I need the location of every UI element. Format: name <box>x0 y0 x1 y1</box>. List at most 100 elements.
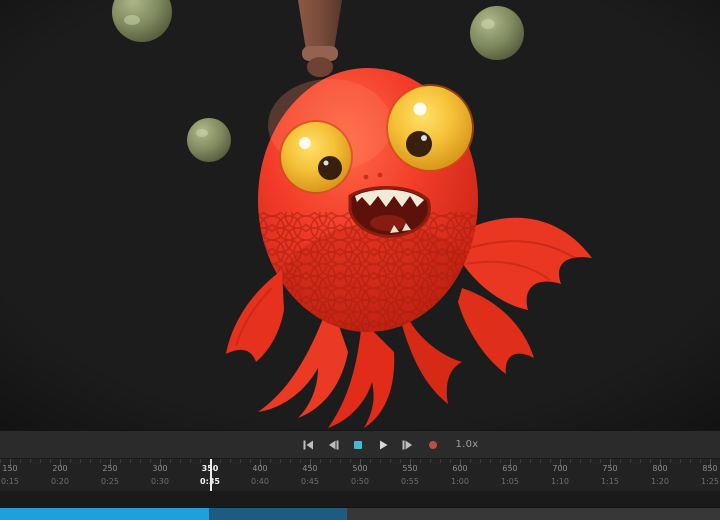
ruler-minor-tick <box>630 459 631 463</box>
timeline-scrollbar[interactable] <box>0 508 720 520</box>
ruler-minor-tick <box>30 459 31 463</box>
ruler-minor-tick <box>100 459 101 463</box>
ruler-frame-label: 150 <box>2 464 17 473</box>
record-icon <box>427 439 439 451</box>
stop-button[interactable] <box>347 435 369 455</box>
play-button[interactable] <box>372 435 394 455</box>
ruler-minor-tick <box>440 459 441 463</box>
ruler-minor-tick <box>230 459 231 463</box>
ruler-time-label: 0:55 <box>401 477 419 486</box>
ruler-minor-tick <box>180 459 181 463</box>
ruler-minor-tick <box>340 459 341 463</box>
step-back-icon <box>327 439 339 451</box>
ruler-minor-tick <box>200 459 201 463</box>
step-back-button[interactable] <box>322 435 344 455</box>
ruler-minor-tick <box>80 459 81 463</box>
ruler-minor-tick <box>50 459 51 463</box>
app-window: 1.0x 1500:152000:202500:253000:303500:35… <box>0 0 720 520</box>
ruler-frame-label: 550 <box>402 464 417 473</box>
ruler-minor-tick <box>580 459 581 463</box>
ruler-frame-label: 600 <box>452 464 467 473</box>
ruler-minor-tick <box>0 459 1 463</box>
ruler-minor-tick <box>250 459 251 463</box>
ruler-minor-tick <box>290 459 291 463</box>
vignette-overlay <box>0 0 720 430</box>
step-forward-icon <box>402 439 414 451</box>
ruler-minor-tick <box>320 459 321 463</box>
ruler-minor-tick <box>20 459 21 463</box>
ruler-time-label: 0:40 <box>251 477 269 486</box>
ruler-minor-tick <box>90 459 91 463</box>
timeline-ruler[interactable]: 1500:152000:202500:253000:303500:354000:… <box>0 458 720 492</box>
ruler-frame-label: 450 <box>302 464 317 473</box>
ruler-minor-tick <box>350 459 351 463</box>
playback-speed[interactable]: 1.0x <box>455 439 478 450</box>
ruler-minor-tick <box>650 459 651 463</box>
ruler-minor-tick <box>500 459 501 463</box>
ruler-time-label: 1:15 <box>601 477 619 486</box>
step-forward-button[interactable] <box>397 435 419 455</box>
ruler-time-label: 1:05 <box>501 477 519 486</box>
skip-to-start-button[interactable] <box>297 435 319 455</box>
ruler-minor-tick <box>220 459 221 463</box>
playhead[interactable] <box>210 459 212 491</box>
skip-to-start-icon <box>302 439 314 451</box>
ruler-time-label: 1:20 <box>651 477 669 486</box>
canvas-artwork <box>0 0 720 430</box>
ruler-minor-tick <box>300 459 301 463</box>
ruler-minor-tick <box>680 459 681 463</box>
ruler-frame-label: 250 <box>102 464 117 473</box>
ruler-minor-tick <box>430 459 431 463</box>
ruler-time-label: 0:30 <box>151 477 169 486</box>
ruler-minor-tick <box>140 459 141 463</box>
ruler-minor-tick <box>170 459 171 463</box>
ruler-time-label: 0:20 <box>51 477 69 486</box>
ruler-frame-label: 200 <box>52 464 67 473</box>
record-button[interactable] <box>422 435 444 455</box>
ruler-frame-label: 800 <box>652 464 667 473</box>
play-icon <box>377 439 389 451</box>
ruler-minor-tick <box>400 459 401 463</box>
ruler-time-label: 0:50 <box>351 477 369 486</box>
ruler-minor-tick <box>600 459 601 463</box>
ruler-minor-tick <box>450 459 451 463</box>
ruler-frame-label: 700 <box>552 464 567 473</box>
ruler-minor-tick <box>550 459 551 463</box>
ruler-minor-tick <box>280 459 281 463</box>
ruler-frame-label: 400 <box>252 464 267 473</box>
ruler-minor-tick <box>120 459 121 463</box>
ruler-frame-label: 650 <box>502 464 517 473</box>
ruler-minor-tick <box>130 459 131 463</box>
ruler-minor-tick <box>520 459 521 463</box>
ruler-minor-tick <box>190 459 191 463</box>
ruler-minor-tick <box>150 459 151 463</box>
ruler-minor-tick <box>40 459 41 463</box>
ruler-minor-tick <box>370 459 371 463</box>
animation-canvas[interactable] <box>0 0 720 430</box>
ruler-minor-tick <box>690 459 691 463</box>
ruler-minor-tick <box>270 459 271 463</box>
ruler-minor-tick <box>380 459 381 463</box>
ruler-frame-label: 500 <box>352 464 367 473</box>
ruler-minor-tick <box>390 459 391 463</box>
stop-icon <box>352 439 364 451</box>
ruler-minor-tick <box>620 459 621 463</box>
ruler-time-label: 0:25 <box>101 477 119 486</box>
ruler-time-label: 0:15 <box>1 477 19 486</box>
ruler-minor-tick <box>590 459 591 463</box>
ruler-frame-label: 300 <box>152 464 167 473</box>
transport-controls: 1.0x <box>297 435 478 455</box>
ruler-minor-tick <box>700 459 701 463</box>
ruler-time-label: 1:10 <box>551 477 569 486</box>
ruler-minor-tick <box>570 459 571 463</box>
ruler-time-label: 1:25 <box>701 477 719 486</box>
ruler-frame-label: 750 <box>602 464 617 473</box>
progress-played <box>0 508 209 520</box>
timeline-track-area[interactable] <box>0 492 720 508</box>
ruler-time-label: 0:45 <box>301 477 319 486</box>
ruler-minor-tick <box>470 459 471 463</box>
ruler-minor-tick <box>70 459 71 463</box>
ruler-minor-tick <box>490 459 491 463</box>
progress-buffered <box>209 508 347 520</box>
ruler-minor-tick <box>640 459 641 463</box>
